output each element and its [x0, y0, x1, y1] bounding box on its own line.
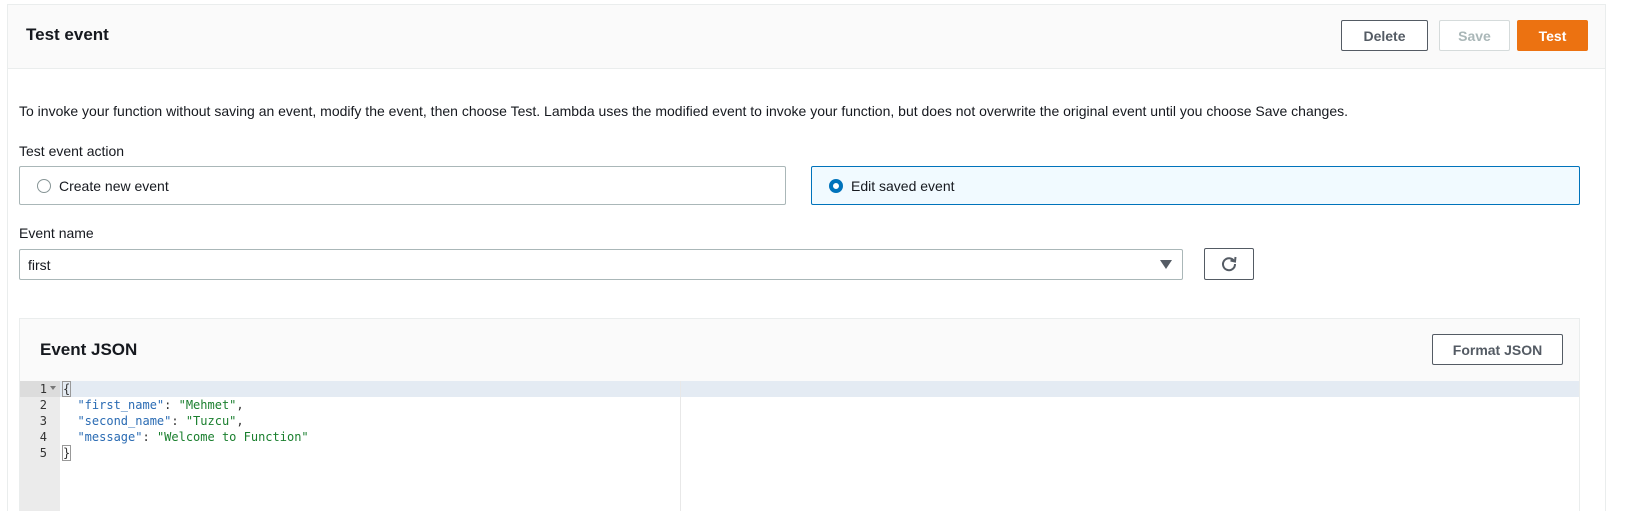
save-button[interactable]: Save — [1439, 20, 1510, 51]
code-line: "first_name": "Mehmet", — [77, 398, 244, 412]
edit-saved-event-label: Edit saved event — [851, 177, 955, 194]
refresh-button[interactable] — [1204, 248, 1254, 280]
event-name-value: first — [28, 256, 51, 273]
panel-title: Test event — [26, 25, 109, 44]
json-value: "Tuzcu" — [185, 414, 237, 428]
active-line-highlight — [20, 381, 1579, 397]
radio-selected-icon[interactable] — [829, 178, 843, 193]
fold-arrow-icon[interactable] — [50, 386, 56, 390]
description-text: To invoke your function without saving a… — [19, 103, 1348, 119]
edit-saved-event-option[interactable]: Edit saved event — [811, 166, 1580, 205]
line-number: 4 — [39, 430, 47, 444]
event-name-select[interactable]: first — [19, 249, 1183, 280]
json-key: "first_name" — [77, 398, 165, 412]
code-line: } — [61, 445, 72, 461]
line-number: 2 — [39, 398, 47, 412]
json-key: "second_name" — [77, 414, 172, 428]
code-line: { — [61, 381, 72, 397]
close-brace: } — [61, 445, 72, 461]
event-json-title: Event JSON — [40, 340, 138, 359]
test-event-action-label: Test event action — [19, 143, 125, 159]
json-value: "Welcome to Function" — [156, 430, 309, 444]
line-number: 5 — [39, 446, 47, 460]
json-value: "Mehmet" — [178, 398, 237, 412]
open-brace: { — [61, 381, 72, 397]
refresh-icon — [1222, 256, 1237, 272]
print-margin — [680, 381, 681, 511]
code-line: "message": "Welcome to Function" — [77, 430, 309, 444]
format-json-button[interactable]: Format JSON — [1432, 334, 1563, 365]
json-key: "message" — [77, 430, 143, 444]
panel-header: Test event Delete Save Test — [8, 5, 1605, 69]
radio-unselected-icon[interactable] — [37, 178, 51, 193]
test-button[interactable]: Test — [1517, 20, 1588, 51]
json-editor[interactable]: 1 2 3 4 5 { "first_name": "Mehmet", "sec… — [20, 381, 1579, 511]
delete-button[interactable]: Delete — [1341, 20, 1428, 51]
create-new-event-option[interactable]: Create new event — [19, 166, 786, 205]
code-line: "second_name": "Tuzcu", — [77, 414, 244, 428]
line-number: 1 — [39, 382, 47, 396]
create-new-event-label: Create new event — [59, 177, 169, 194]
line-number: 3 — [39, 414, 47, 428]
event-json-panel: Event JSON Format JSON 1 2 3 4 5 { "firs… — [19, 318, 1580, 511]
json-comma: , — [236, 398, 244, 412]
json-comma: , — [236, 414, 244, 428]
event-name-label: Event name — [19, 225, 94, 241]
caret-down-icon[interactable] — [1160, 260, 1172, 269]
